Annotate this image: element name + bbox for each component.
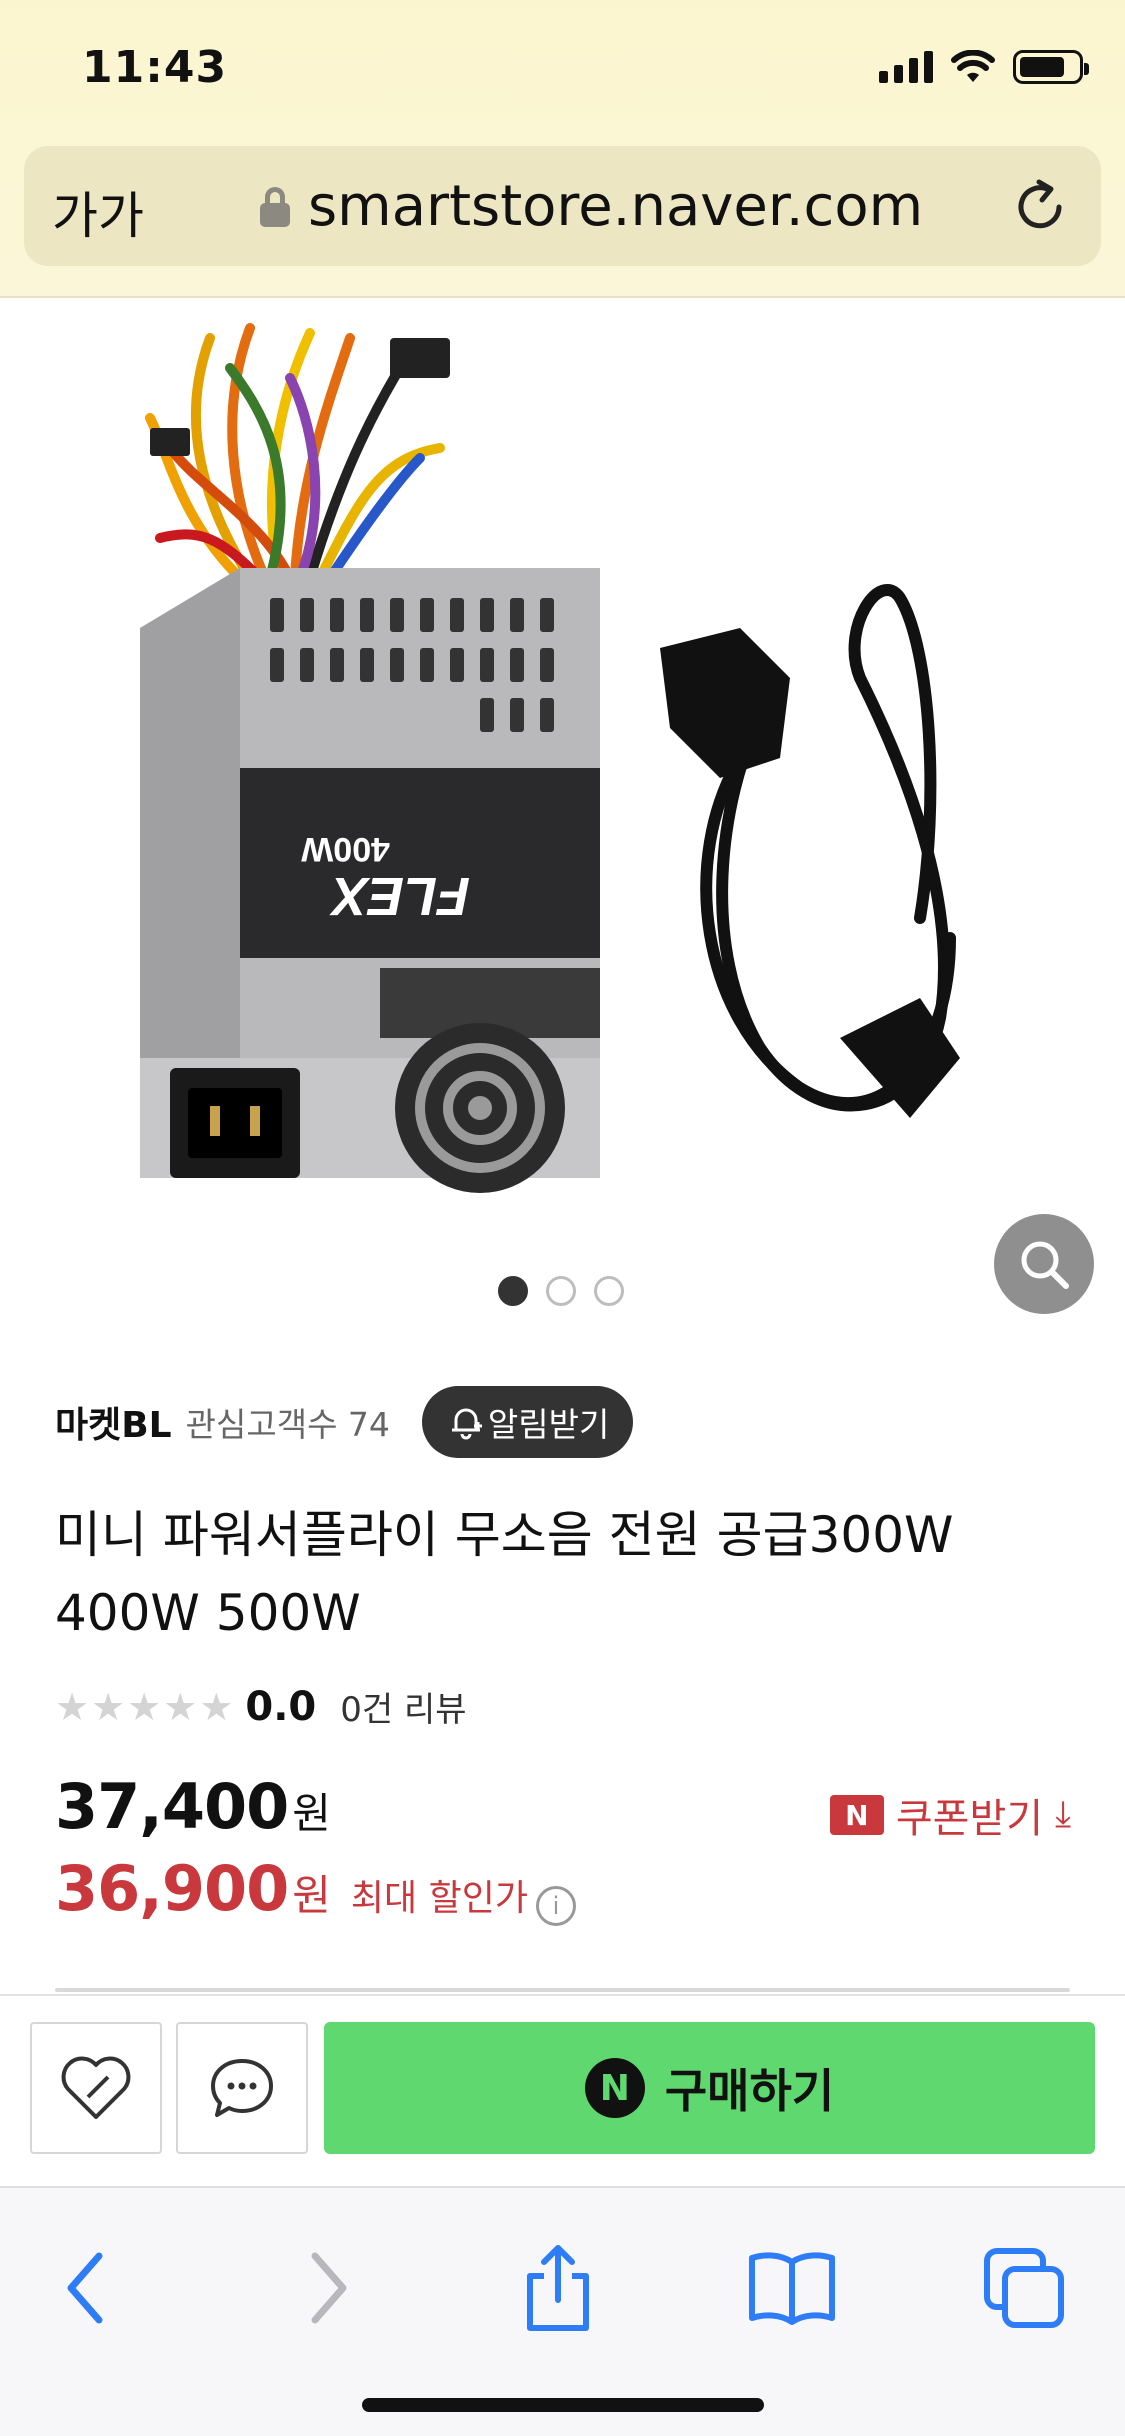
home-indicator[interactable] [362, 2398, 764, 2412]
coupon-label: 쿠폰받기 [895, 1796, 1044, 1842]
chat-bubble-icon [211, 2059, 273, 2117]
naver-n-badge: N [829, 1795, 884, 1835]
psu-label-watt: 400W [300, 830, 390, 868]
alarm-label: 알림받기 [487, 1405, 610, 1444]
pagination-dot[interactable] [498, 1276, 528, 1306]
download-icon: ⤓ [1055, 1794, 1071, 1835]
rating-row[interactable]: ★ ★ ★ ★ ★ 0.0 0건 리뷰 [55, 1682, 467, 1731]
pagination-dot[interactable] [546, 1276, 576, 1306]
lock-icon [260, 186, 290, 227]
talk-button[interactable] [176, 2022, 308, 2154]
chevron-right-icon [311, 2252, 347, 2324]
share-button[interactable] [508, 2238, 608, 2338]
bell-plus-icon [451, 1408, 482, 1440]
text-size-button[interactable]: 가가 [52, 176, 144, 248]
sale-price: 36,900 원 최대 할인가 i [55, 1852, 576, 1926]
sale-price-value: 36,900 [55, 1852, 289, 1925]
product-image[interactable]: 400W FLEX [140, 298, 1060, 1198]
bookmarks-button[interactable] [742, 2238, 842, 2338]
rating-stars: ★ ★ ★ ★ ★ [55, 1688, 233, 1726]
url-text[interactable]: smartstore.naver.com [308, 174, 923, 239]
address-bar[interactable]: 가가 smartstore.naver.com [24, 146, 1101, 266]
naver-pay-icon: N [584, 2058, 645, 2118]
review-count[interactable]: 0건 리뷰 [340, 1682, 466, 1731]
chevron-left-icon [67, 2252, 103, 2324]
status-icons [879, 50, 1089, 84]
coupon-button[interactable]: N 쿠폰받기 ⤓ [829, 1786, 1071, 1844]
back-button[interactable] [36, 2238, 136, 2338]
star-icon: ★ [91, 1684, 126, 1729]
star-icon: ★ [55, 1684, 90, 1729]
cellular-signal-icon [879, 51, 933, 83]
section-divider [55, 1988, 1070, 1992]
tabs-button[interactable] [974, 2238, 1074, 2338]
reload-icon[interactable] [1009, 176, 1071, 238]
product-gallery[interactable]: 400W FLEX [0, 298, 1125, 1314]
pagination-dot[interactable] [594, 1276, 624, 1306]
store-name[interactable]: 마켓BL [55, 1396, 172, 1448]
wifi-icon [951, 50, 995, 82]
original-price: 37,400 원 [55, 1770, 331, 1843]
store-row: 마켓BL 관심고객수 74 알림받기 [55, 1386, 634, 1458]
battery-icon [1013, 50, 1089, 84]
star-icon: ★ [127, 1684, 162, 1729]
status-time: 11:43 [82, 42, 228, 93]
original-price-value: 37,400 [55, 1770, 289, 1843]
tabs-icon [984, 2248, 1064, 2328]
page: 11:43 가가 smartstore.naver.com 400W FLEX … [0, 0, 1125, 2436]
zoom-button[interactable] [994, 1214, 1094, 1314]
sale-price-label: 최대 할인가 [350, 1878, 528, 1919]
image-pagination [498, 1276, 624, 1306]
store-followers: 관심고객수 74 [185, 1405, 390, 1444]
purchase-bar: N 구매하기 [0, 1994, 1125, 2186]
purchase-label: 구매하기 [664, 2064, 835, 2118]
star-icon: ★ [199, 1684, 234, 1729]
browser-top-chrome: 11:43 가가 smartstore.naver.com [0, 0, 1125, 298]
book-icon [749, 2252, 835, 2325]
heart-icon [61, 2056, 131, 2119]
share-icon [527, 2245, 589, 2331]
original-price-unit: 원 [292, 1789, 331, 1838]
alarm-button[interactable]: 알림받기 [421, 1386, 634, 1458]
psu-label-brand: FLEX [329, 866, 470, 926]
rating-score: 0.0 [245, 1683, 317, 1730]
url-display[interactable]: smartstore.naver.com [260, 174, 923, 239]
search-icon [1021, 1241, 1069, 1289]
info-icon[interactable]: i [535, 1886, 576, 1926]
star-icon: ★ [163, 1684, 198, 1729]
wishlist-button[interactable] [30, 2022, 162, 2154]
purchase-button[interactable]: N 구매하기 [324, 2022, 1095, 2154]
forward-button[interactable] [278, 2238, 378, 2338]
product-title: 미니 파워서플라이 무소음 전원 공급300W 400W 500W [55, 1506, 954, 1642]
sale-price-unit: 원 [292, 1871, 331, 1920]
